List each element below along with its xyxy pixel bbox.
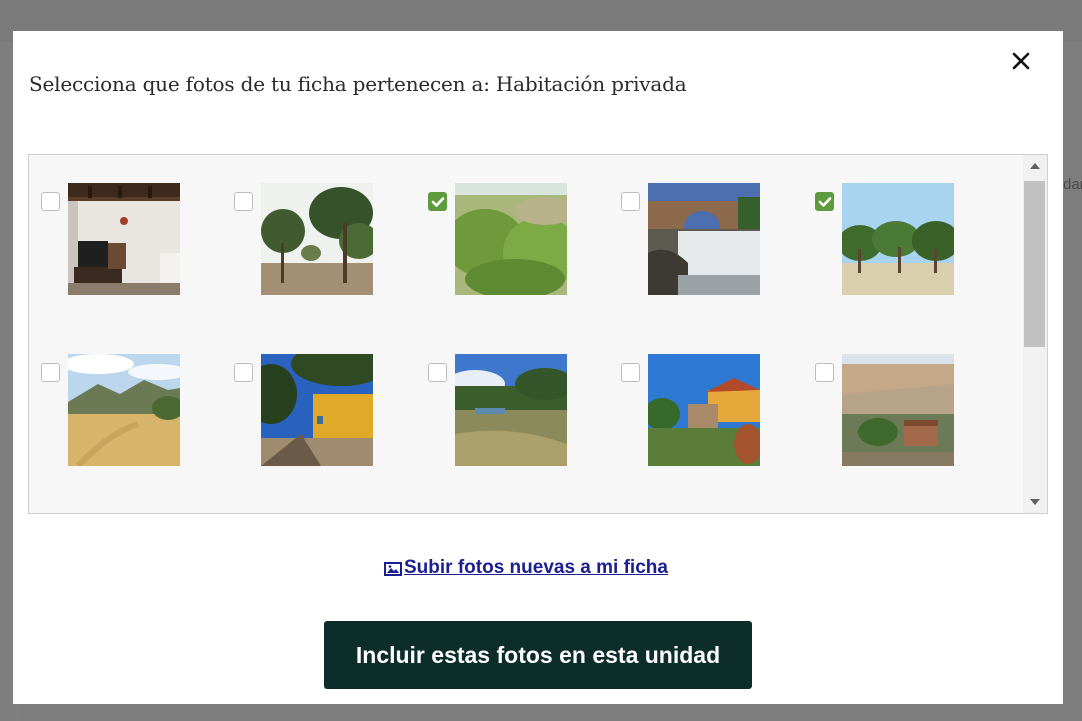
modal-title: Selecciona que fotos de tu ficha pertene… xyxy=(29,72,687,96)
photo-thumbnail-tree-park[interactable] xyxy=(842,183,954,295)
photo-grid xyxy=(29,155,1023,513)
photo-item[interactable] xyxy=(416,155,576,295)
photo-checkbox[interactable] xyxy=(428,192,447,211)
photo-checkbox[interactable] xyxy=(428,363,447,382)
photo-thumbnail-interior-room[interactable] xyxy=(68,183,180,295)
scroll-thumb[interactable] xyxy=(1024,181,1045,347)
photo-checkbox[interactable] xyxy=(815,192,834,211)
photo-thumbnail-yellow-house-trees[interactable] xyxy=(261,354,373,466)
photo-item[interactable] xyxy=(803,155,963,295)
upload-photos-label: Subir fotos nuevas a mi ficha xyxy=(404,557,668,578)
include-photos-button[interactable]: Incluir estas fotos en esta unidad xyxy=(324,621,752,689)
photo-thumbnail-green-shrubs[interactable] xyxy=(455,183,567,295)
photo-item[interactable] xyxy=(222,155,382,295)
photo-checkbox[interactable] xyxy=(621,363,640,382)
photo-item[interactable] xyxy=(803,326,963,466)
close-icon xyxy=(1012,52,1030,70)
photo-thumbnail-pine-trees[interactable] xyxy=(261,183,373,295)
photo-checkbox[interactable] xyxy=(41,192,60,211)
scroll-up-icon xyxy=(1030,163,1040,169)
photo-thumbnail-river-canal[interactable] xyxy=(455,354,567,466)
photo-checkbox[interactable] xyxy=(815,363,834,382)
scroll-down-icon xyxy=(1030,499,1040,505)
background-partial-text: dar xyxy=(1063,176,1082,193)
checkmark-icon xyxy=(431,197,445,207)
photo-item[interactable] xyxy=(29,155,189,295)
photo-checkbox[interactable] xyxy=(41,363,60,382)
photo-thumbnail-houses-garden[interactable] xyxy=(648,354,760,466)
checkmark-icon xyxy=(818,197,832,207)
photo-item[interactable] xyxy=(609,155,769,295)
photo-checkbox[interactable] xyxy=(234,363,253,382)
image-icon xyxy=(384,562,402,576)
photo-checkbox[interactable] xyxy=(234,192,253,211)
photo-item[interactable] xyxy=(609,326,769,466)
close-button[interactable] xyxy=(1006,46,1036,76)
photo-item[interactable] xyxy=(222,326,382,466)
photo-thumbnail-aerial-farm[interactable] xyxy=(842,354,954,466)
scroll-up-button[interactable] xyxy=(1023,157,1047,175)
photo-panel xyxy=(28,154,1048,514)
photo-thumbnail-stone-bridge-waterfall[interactable] xyxy=(648,183,760,295)
scroll-down-button[interactable] xyxy=(1023,493,1047,511)
photo-item[interactable] xyxy=(29,326,189,466)
photo-checkbox[interactable] xyxy=(621,192,640,211)
scrollbar[interactable] xyxy=(1023,155,1047,513)
upload-photos-link[interactable]: Subir fotos nuevas a mi ficha xyxy=(384,556,668,580)
photo-item[interactable] xyxy=(416,326,576,466)
photo-thumbnail-mountain-meadow[interactable] xyxy=(68,354,180,466)
